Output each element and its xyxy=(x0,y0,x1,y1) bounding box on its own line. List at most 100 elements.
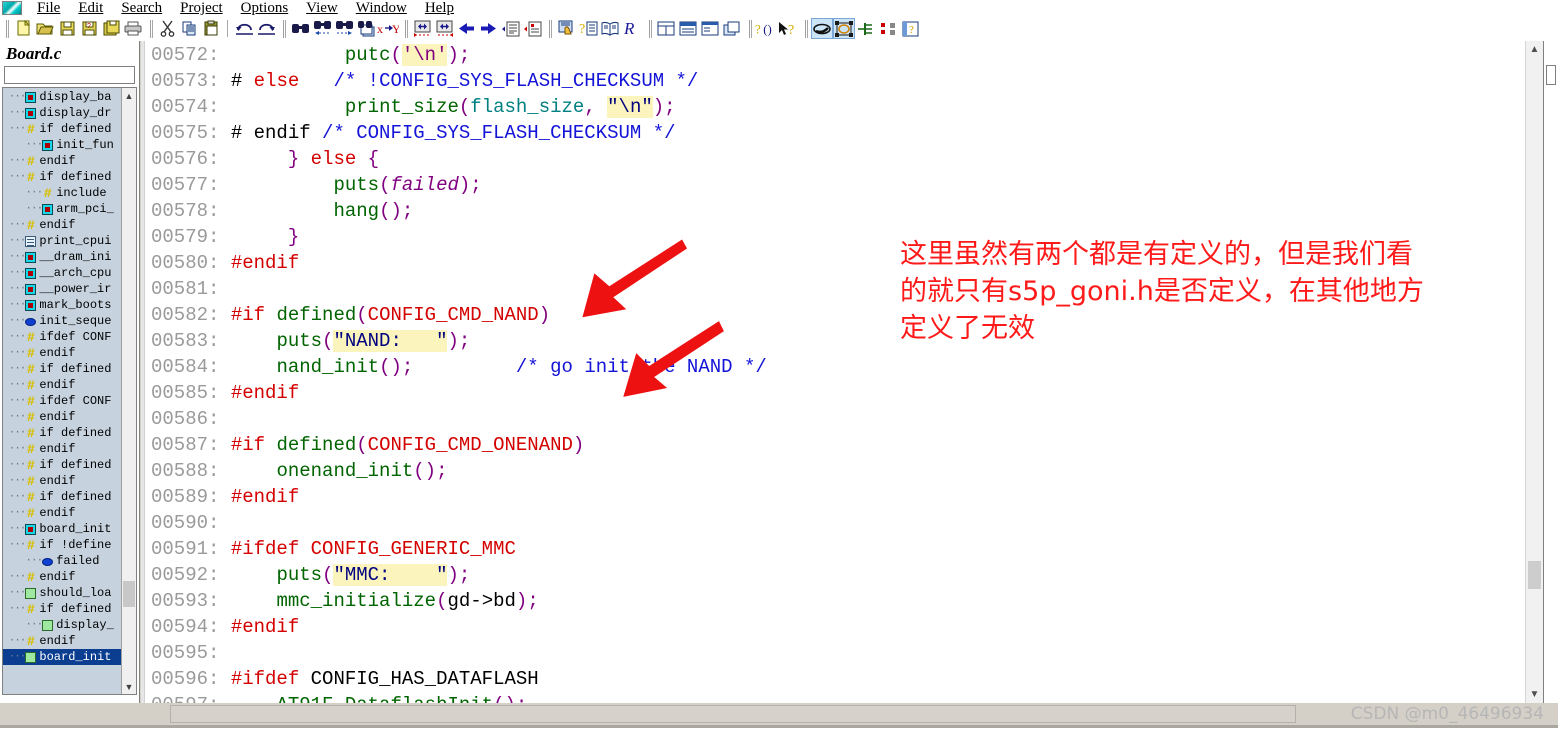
code-line[interactable]: 00578: hang(); xyxy=(151,198,1536,224)
code-editor[interactable]: 00572: putc('\n'); 00573: # else /* !CONF… xyxy=(141,41,1536,703)
symbol-window-icon[interactable] xyxy=(811,18,833,39)
scroll-up-icon[interactable]: ▲ xyxy=(122,88,136,103)
symbol-tree-item[interactable]: ··· # ifdef CONF xyxy=(3,393,136,409)
new-file-icon[interactable] xyxy=(12,18,34,39)
code-line[interactable]: 00593: mmc_initialize(gd->bd); xyxy=(151,588,1536,614)
undo-icon[interactable] xyxy=(233,18,255,39)
outdent-icon[interactable] xyxy=(521,18,543,39)
outline-icon[interactable] xyxy=(877,18,899,39)
symbol-tree-item[interactable]: ··· should_loa xyxy=(3,585,136,601)
back-icon[interactable] xyxy=(455,18,477,39)
menu-item-project[interactable]: Project xyxy=(171,0,232,16)
code-line[interactable]: 00576: } else { xyxy=(151,146,1536,172)
symbol-tree-item[interactable]: ··· # endif xyxy=(3,345,136,361)
symbol-tree-scrollbar[interactable]: ▲ ▼ xyxy=(121,88,136,694)
symbol-tree-item[interactable]: ··· # endif xyxy=(3,505,136,521)
symbol-tree-item[interactable]: ··· # if defined xyxy=(3,601,136,617)
symbol-tree-item[interactable]: ··· __dram_ini xyxy=(3,249,136,265)
search-backward-icon[interactable] xyxy=(311,18,333,39)
code-line[interactable]: 00595: xyxy=(151,640,1536,666)
symbol-tree-item[interactable]: ··· display_ xyxy=(3,617,136,633)
code-line[interactable]: 00589: #endif xyxy=(151,484,1536,510)
symbol-tree-item[interactable]: ··· # if defined xyxy=(3,121,136,137)
symbol-tree-item[interactable]: ··· # if defined xyxy=(3,425,136,441)
search-icon[interactable] xyxy=(289,18,311,39)
symbol-tree-item[interactable]: ··· failed xyxy=(3,553,136,569)
toolbar-grip-3[interactable] xyxy=(280,19,286,38)
symbol-tree-item[interactable]: ··· init_seque xyxy=(3,313,136,329)
menu-item-edit[interactable]: Edit xyxy=(69,0,112,16)
symbol-tree-item[interactable]: ··· # if defined xyxy=(3,169,136,185)
code-line[interactable]: 00586: xyxy=(151,406,1536,432)
symbol-tree-item[interactable]: ··· # endif xyxy=(3,217,136,233)
code-line[interactable]: 00592: puts("MMC: "); xyxy=(151,562,1536,588)
toolbar-grip-2[interactable] xyxy=(147,19,153,38)
save-file-icon[interactable] xyxy=(56,18,78,39)
symbol-tree-item[interactable]: ··· board_init xyxy=(3,649,136,665)
open-file-icon[interactable] xyxy=(34,18,56,39)
symbol-tree-item[interactable]: ··· # endif xyxy=(3,441,136,457)
code-line[interactable]: 00591: #ifdef CONFIG_GENERIC_MMC xyxy=(151,536,1536,562)
code-line[interactable]: 00597: AT91F_DataflashInit(); xyxy=(151,692,1536,703)
code-line[interactable]: 00572: putc('\n'); xyxy=(151,42,1536,68)
project-symbols-icon[interactable] xyxy=(833,18,855,39)
toolbar-grip-7[interactable] xyxy=(746,19,752,38)
relation-window-icon[interactable]: R xyxy=(621,18,643,39)
redo-icon[interactable] xyxy=(255,18,277,39)
tile-icon[interactable] xyxy=(655,18,677,39)
jump-to-next-icon[interactable] xyxy=(433,18,455,39)
menu-item-options[interactable]: Options xyxy=(232,0,298,16)
save-as-icon[interactable]: ? xyxy=(78,18,100,39)
symbol-tree-item[interactable]: ··· # if defined xyxy=(3,361,136,377)
context-window-icon[interactable] xyxy=(555,18,577,39)
symbol-tree-item[interactable]: ··· # if !define xyxy=(3,537,136,553)
menu-item-file[interactable]: File xyxy=(28,0,69,16)
symbol-tree-item[interactable]: ··· # ifdef CONF xyxy=(3,329,136,345)
search-files-icon[interactable] xyxy=(355,18,377,39)
code-line[interactable]: 00574: print_size(flash_size, "\n"); xyxy=(151,94,1536,120)
menu-item-window[interactable]: Window xyxy=(347,0,416,16)
editor-scrollbar-thumb[interactable] xyxy=(1528,561,1541,589)
indent-icon[interactable] xyxy=(499,18,521,39)
save-all-icon[interactable] xyxy=(100,18,122,39)
symbol-tree-item[interactable]: ··· arm_pci_ xyxy=(3,201,136,217)
smart-rename-icon[interactable]: ? xyxy=(777,18,799,39)
symbol-tree-item[interactable]: ··· # endif xyxy=(3,377,136,393)
symbol-tree-item[interactable]: ··· mark_boots xyxy=(3,297,136,313)
symbol-tree-item[interactable]: ··· display_dr xyxy=(3,105,136,121)
adjacent-window-field[interactable] xyxy=(1546,65,1556,85)
jump-to-prev-icon[interactable] xyxy=(411,18,433,39)
editor-scroll-up-icon[interactable]: ▲ xyxy=(1526,41,1543,58)
paste-icon[interactable] xyxy=(200,18,222,39)
symbol-tree-item[interactable]: ··· __power_ir xyxy=(3,281,136,297)
symbol-tree-item[interactable]: ··· init_fun xyxy=(3,137,136,153)
symbol-tree-item[interactable]: ··· __arch_cpu xyxy=(3,265,136,281)
adjacent-window-strip[interactable] xyxy=(1543,41,1558,703)
symbol-tree-item[interactable]: ··· # endif xyxy=(3,473,136,489)
symbol-filter-input[interactable] xyxy=(4,66,135,84)
code-line[interactable]: 00584: nand_init(); /* go init the NAND … xyxy=(151,354,1536,380)
toolbar-grip-8[interactable] xyxy=(802,19,808,38)
code-line[interactable]: 00573: # else /* !CONFIG_SYS_FLASH_CHECK… xyxy=(151,68,1536,94)
copy-icon[interactable] xyxy=(178,18,200,39)
forward-icon[interactable] xyxy=(477,18,499,39)
replace-icon[interactable]: xY xyxy=(377,18,399,39)
menu-item-view[interactable]: View xyxy=(297,0,347,16)
editor-vertical-scrollbar[interactable]: ▲ ▼ xyxy=(1525,41,1543,703)
code-line[interactable]: 00587: #if defined(CONFIG_CMD_ONENAND) xyxy=(151,432,1536,458)
tile-horizontal-icon[interactable] xyxy=(677,18,699,39)
cut-icon[interactable] xyxy=(156,18,178,39)
symbol-tree-item[interactable]: ··· # endif xyxy=(3,153,136,169)
cascade-icon[interactable] xyxy=(721,18,743,39)
code-line[interactable]: 00594: #endif xyxy=(151,614,1536,640)
toolbar-grip-5[interactable] xyxy=(546,19,552,38)
symbol-tree-item[interactable]: ··· # endif xyxy=(3,633,136,649)
symbol-tree-item[interactable]: ··· display_ba xyxy=(3,89,136,105)
menu-item-search[interactable]: Search xyxy=(112,0,171,16)
tile-vertical-icon[interactable] xyxy=(699,18,721,39)
code-line[interactable]: 00575: # endif /* CONFIG_SYS_FLASH_CHECK… xyxy=(151,120,1536,146)
symbol-tree-item[interactable]: ··· # endif xyxy=(3,409,136,425)
symbol-tree[interactable]: ··· display_ba ··· display_dr ··· # if defin… xyxy=(2,87,137,695)
code-line[interactable]: 00585: #endif xyxy=(151,380,1536,406)
symbol-tree-item[interactable]: ··· # include xyxy=(3,185,136,201)
